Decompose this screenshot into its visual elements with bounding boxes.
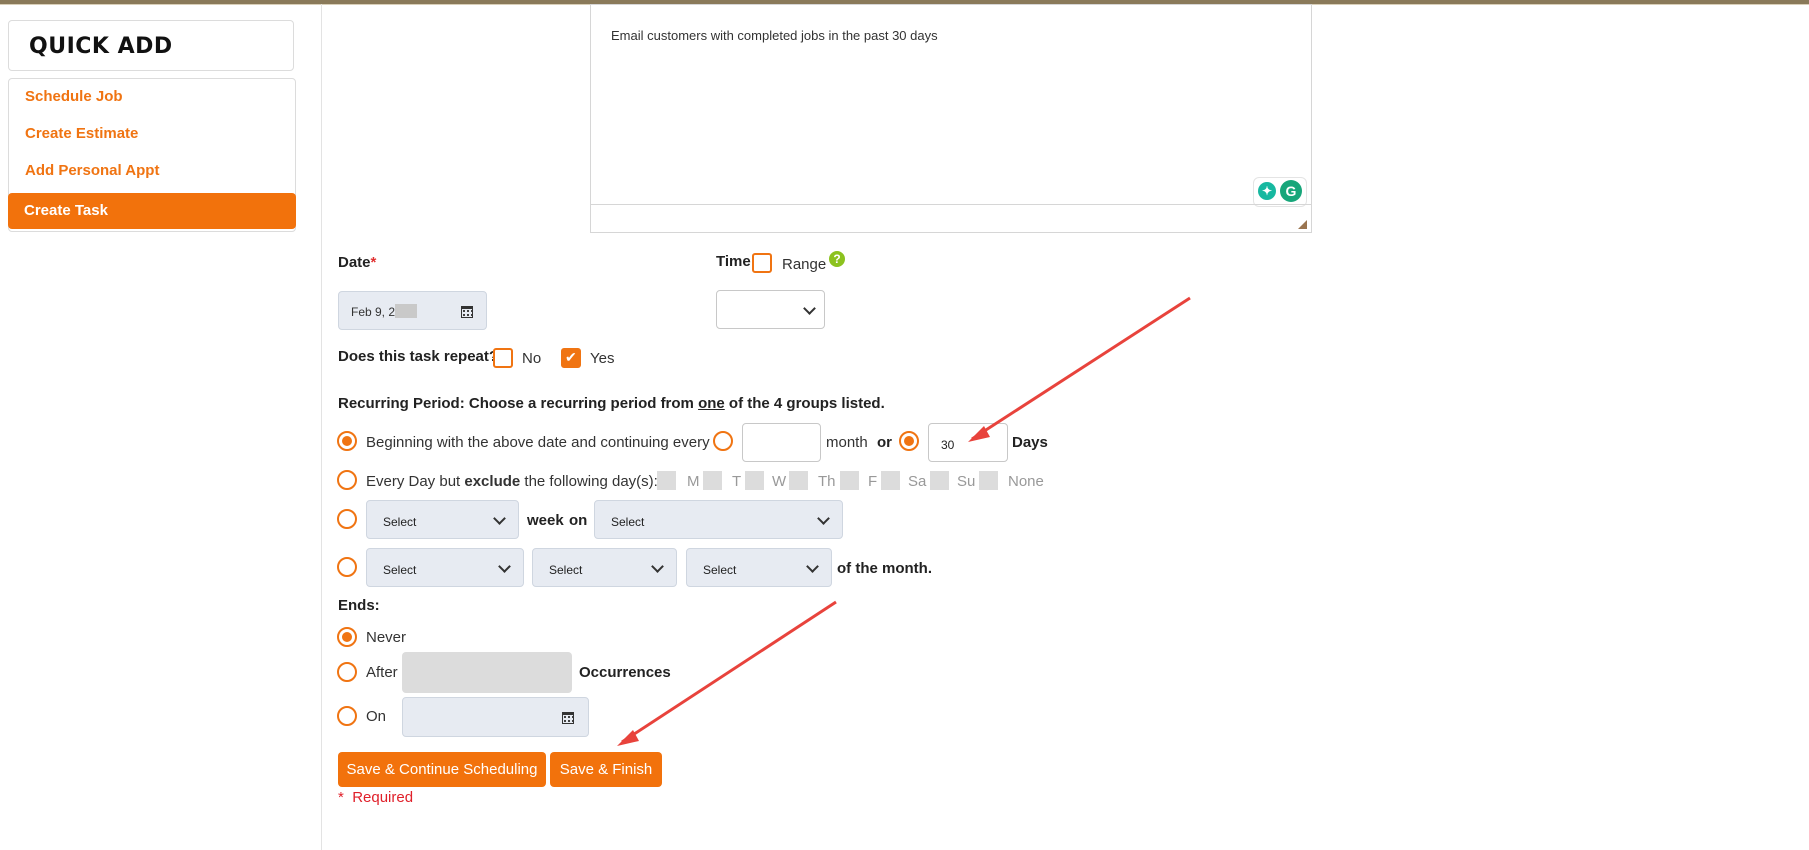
menu-item-create-task[interactable]: Create Task — [8, 193, 296, 229]
repeat-question: Does this task repeat? — [338, 348, 499, 365]
ends-label: Ends: — [338, 597, 380, 614]
week-label: week — [527, 512, 564, 529]
help-icon[interactable]: ? — [829, 251, 845, 267]
days-input[interactable]: 30 — [928, 423, 1008, 462]
ends-after-label: After — [366, 664, 398, 681]
ends-never-label: Never — [366, 629, 407, 646]
ends-on-radio[interactable] — [337, 706, 357, 726]
required-note: * Required — [338, 789, 414, 806]
date-value: Feb 9, 2 — [351, 305, 396, 319]
range-label: Range — [782, 256, 827, 273]
weekday-select-value: Select — [611, 515, 645, 529]
days-radio[interactable] — [899, 431, 919, 451]
day-checkbox-m[interactable] — [657, 471, 676, 490]
menu-item-create-estimate[interactable]: Create Estimate — [9, 116, 295, 152]
date-label: Date* — [338, 254, 377, 271]
task-notes-textarea[interactable]: Email customers with completed jobs in t… — [590, 4, 1312, 233]
month-day-select-value: Select — [549, 563, 583, 577]
menu-item-schedule-job[interactable]: Schedule Job — [9, 79, 295, 115]
month-weekday-select-value: Select — [703, 563, 737, 577]
chevron-down-icon — [806, 560, 819, 573]
day-label-t: T — [732, 473, 742, 490]
grammarly-icon[interactable]: G — [1280, 180, 1302, 202]
day-checkbox-t[interactable] — [703, 471, 722, 490]
of-the-month-label: of the month. — [837, 560, 932, 577]
calendar-icon[interactable] — [562, 712, 574, 724]
date-field[interactable]: Feb 9, 2 — [338, 291, 487, 330]
weekday-select[interactable]: Select — [594, 500, 843, 539]
recurring-option-4-radio[interactable] — [337, 557, 357, 577]
save-continue-button[interactable]: Save & Continue Scheduling — [338, 752, 546, 787]
menu-item-add-personal-appt[interactable]: Add Personal Appt — [9, 153, 295, 189]
month-label: month — [826, 434, 868, 451]
calendar-icon[interactable] — [461, 306, 473, 318]
chevron-down-icon — [493, 512, 506, 525]
day-label-sa: Sa — [908, 473, 927, 490]
day-checkbox-none[interactable] — [979, 471, 998, 490]
lightbulb-icon[interactable]: ✦ — [1258, 182, 1276, 200]
option2-text: Every Day but exclude the following day(… — [366, 473, 658, 490]
arrow-to-days-input — [968, 296, 1191, 442]
month-weekday-select[interactable]: Select — [686, 548, 832, 587]
day-checkbox-f[interactable] — [840, 471, 859, 490]
notes-footer — [591, 204, 1311, 232]
ends-after-radio[interactable] — [337, 662, 357, 682]
day-checkbox-th[interactable] — [789, 471, 808, 490]
month-day-select[interactable]: Select — [532, 548, 677, 587]
week-ordinal-select-value: Select — [383, 515, 417, 529]
chevron-down-icon — [651, 560, 664, 573]
recurring-period-heading: Recurring Period: Choose a recurring per… — [338, 395, 885, 412]
month-ordinal-select-value: Select — [383, 563, 417, 577]
redacted-year — [395, 304, 418, 318]
day-checkbox-su[interactable] — [930, 471, 949, 490]
repeat-yes-checkbox[interactable] — [561, 348, 581, 368]
repeat-no-label: No — [522, 350, 542, 367]
month-ordinal-select[interactable]: Select — [366, 548, 524, 587]
end-date-field[interactable] — [402, 697, 589, 737]
chevron-down-icon — [803, 302, 816, 315]
quick-add-menu: Schedule Job Create Estimate Add Persona… — [8, 78, 296, 232]
on-label: on — [569, 512, 588, 529]
range-checkbox[interactable] — [752, 253, 772, 273]
repeat-no-checkbox[interactable] — [493, 348, 513, 368]
ends-never-radio[interactable] — [337, 627, 357, 647]
recurring-option-3-radio[interactable] — [337, 509, 357, 529]
month-input[interactable] — [742, 423, 821, 462]
occurrences-label: Occurrences — [579, 664, 671, 681]
day-label-m: M — [687, 473, 700, 490]
occurrences-input[interactable] — [402, 652, 572, 693]
recurring-option-2-radio[interactable] — [337, 470, 357, 490]
day-label-su: Su — [957, 473, 976, 490]
time-select[interactable] — [716, 290, 825, 329]
day-checkbox-w[interactable] — [745, 471, 764, 490]
days-label: Days — [1012, 434, 1048, 451]
chevron-down-icon — [498, 560, 511, 573]
day-checkbox-sa[interactable] — [881, 471, 900, 490]
day-label-w: W — [772, 473, 787, 490]
resize-handle-icon[interactable] — [1298, 220, 1307, 229]
quick-add-sidebar: QUICK ADD Schedule Job Create Estimate A… — [0, 4, 322, 850]
option1-text: Beginning with the above date and contin… — [366, 434, 710, 451]
day-label-none: None — [1008, 473, 1044, 490]
editor-extension-icons: ✦ G — [1253, 177, 1307, 207]
repeat-yes-label: Yes — [590, 350, 615, 367]
recurring-option-1-radio[interactable] — [337, 431, 357, 451]
chevron-down-icon — [817, 512, 830, 525]
save-finish-button[interactable]: Save & Finish — [550, 752, 662, 787]
week-ordinal-select[interactable]: Select — [366, 500, 519, 539]
or-label: or — [877, 434, 892, 451]
day-label-th: Th — [818, 473, 836, 490]
day-label-f: F — [868, 473, 878, 490]
quick-add-title: QUICK ADD — [8, 20, 294, 71]
month-radio[interactable] — [713, 431, 733, 451]
time-label: Time — [716, 253, 751, 270]
notes-text: Email customers with completed jobs in t… — [611, 28, 938, 43]
ends-on-label: On — [366, 708, 387, 725]
